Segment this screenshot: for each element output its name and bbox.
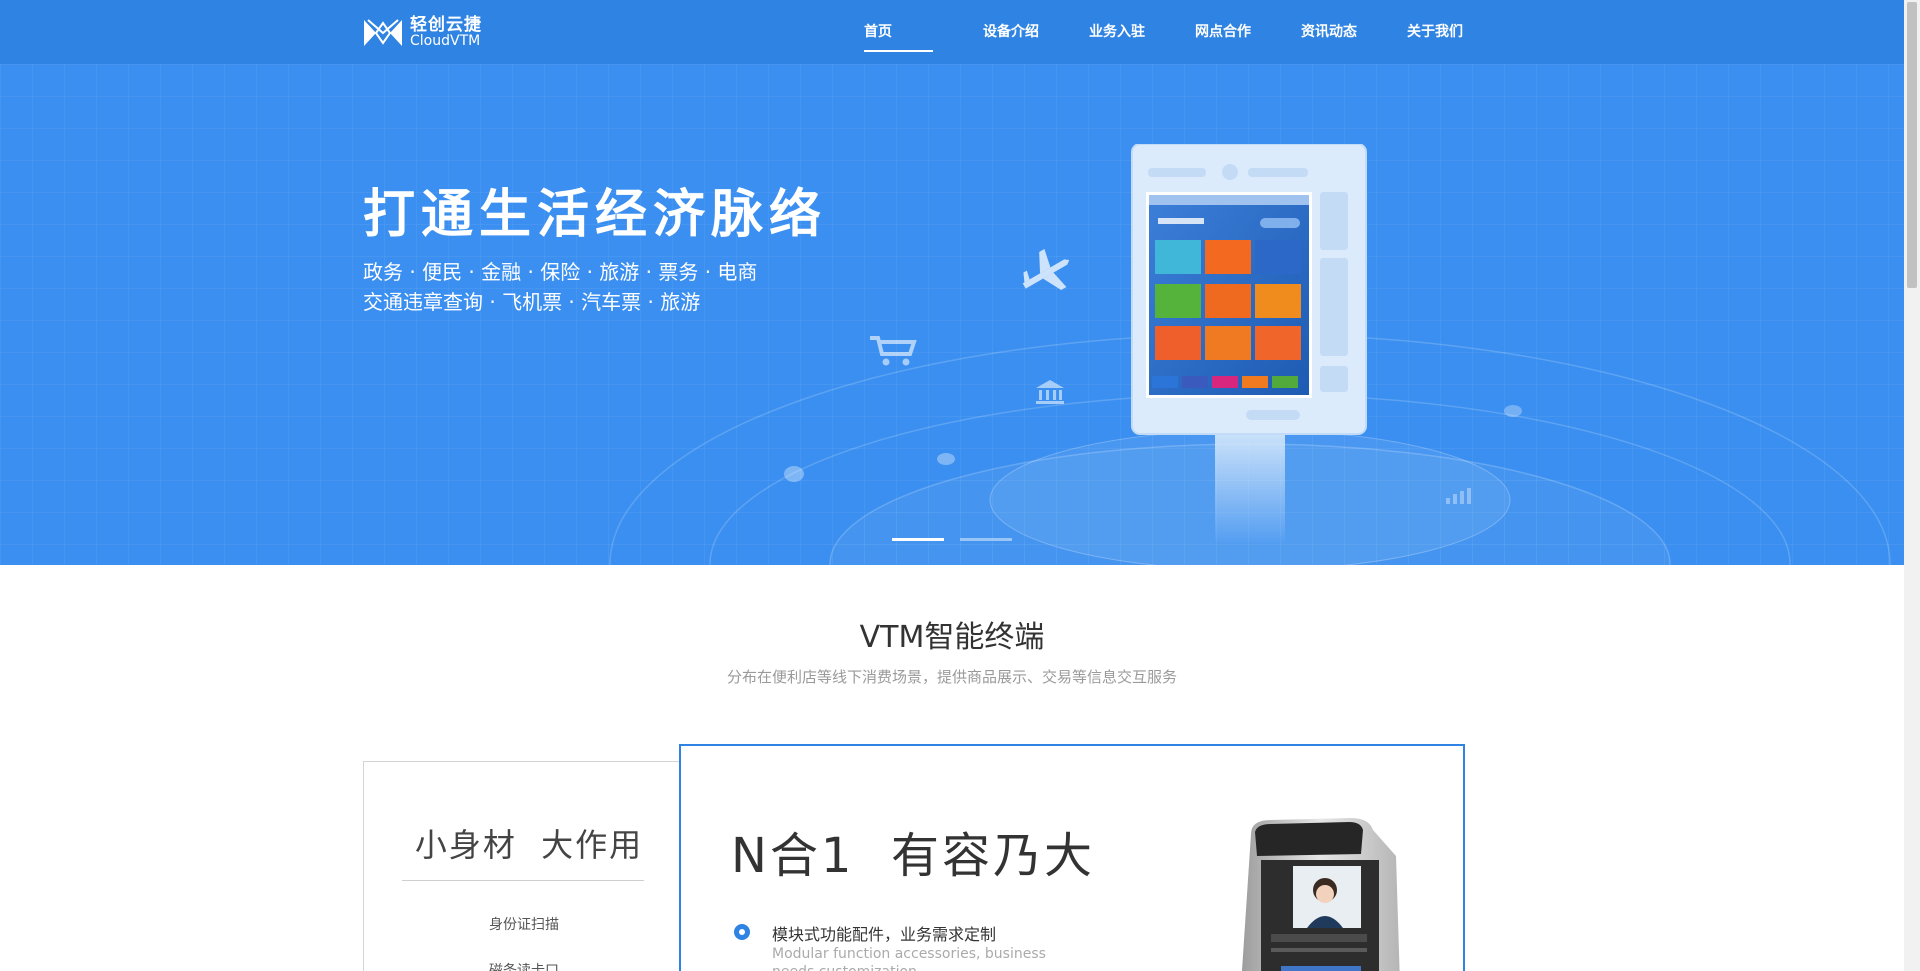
feature-card-small[interactable]: 小身材 大作用 身份证扫描 磁条读卡口 [363, 761, 695, 971]
feature-point-cn: 模块式功能配件，业务需求定制 [772, 925, 997, 944]
hero-subtitle-line-1: 政务 · 便民 · 金融 · 保险 · 旅游 · 票务 · 电商 [363, 260, 758, 284]
atm-machine-image [1241, 818, 1400, 971]
nav-item-news[interactable]: 资讯动态 [1289, 0, 1369, 64]
brand-logo[interactable]: 轻创云捷 CloudVTM [362, 16, 482, 50]
kiosk-illustration [1131, 144, 1367, 544]
nav-item-home[interactable]: 首页 [852, 0, 945, 64]
main-nav: 首页 设备介绍 业务入驻 网点合作 资讯动态 关于我们 [852, 0, 1475, 64]
logo-name-en: CloudVTM [410, 33, 481, 49]
card-main-title: N合1 有容乃大 [731, 828, 1095, 884]
hero-decoration [609, 248, 1891, 565]
nav-item-business[interactable]: 业务入驻 [1077, 0, 1157, 64]
feature-id-scan: 身份证扫描 [489, 917, 559, 933]
carousel-dot-2[interactable] [960, 538, 1012, 541]
section-subtitle: 分布在便利店等线下消费场景，提供商品展示、交易等信息交互服务 [726, 668, 1177, 686]
browser-scrollbar[interactable] [1904, 0, 1920, 971]
card-divider [402, 880, 644, 881]
logo-text: 轻创云捷 CloudVTM [410, 15, 482, 50]
nav-item-about[interactable]: 关于我们 [1395, 0, 1475, 64]
hero-banner: 打通生活经济脉络 政务 · 便民 · 金融 · 保险 · 旅游 · 票务 · 电… [0, 64, 1904, 565]
feature-card-reader: 磁条读卡口 [489, 963, 559, 971]
airplane-icon [1022, 248, 1070, 291]
nav-item-devices[interactable]: 设备介绍 [971, 0, 1051, 64]
hero-subtitle: 政务 · 便民 · 金融 · 保险 · 旅游 · 票务 · 电商 交通违章查询 … [363, 257, 757, 317]
carousel-indicators [892, 538, 1012, 541]
feature-point-en: Modular function accessories, business n… [772, 946, 1046, 971]
logo-name-cn: 轻创云捷 [410, 15, 482, 35]
browser-scrollbar-thumb[interactable] [1907, 2, 1917, 288]
logo-mark-icon [364, 19, 402, 46]
hero-subtitle-line-2: 交通违章查询 · 飞机票 · 汽车票 · 旅游 [363, 290, 701, 314]
section-title: VTM智能终端 [859, 620, 1045, 655]
bullet-radio-icon [734, 924, 750, 940]
card-small-title: 小身材 大作用 [414, 826, 644, 864]
page: 轻创云捷 CloudVTM 首页 设备介绍 业务入驻 网点合作 资讯动态 关于我… [0, 0, 1904, 971]
bank-icon [1036, 380, 1064, 404]
nav-item-partners[interactable]: 网点合作 [1183, 0, 1263, 64]
carousel-dot-1[interactable] [892, 538, 944, 541]
cart-icon [870, 336, 917, 366]
hero-title: 打通生活经济脉络 [363, 185, 828, 245]
top-header: 轻创云捷 CloudVTM 首页 设备介绍 业务入驻 网点合作 资讯动态 关于我… [0, 0, 1904, 64]
feature-card-main[interactable]: N合1 有容乃大 模块式功能配件，业务需求定制 Modular function… [679, 744, 1465, 971]
